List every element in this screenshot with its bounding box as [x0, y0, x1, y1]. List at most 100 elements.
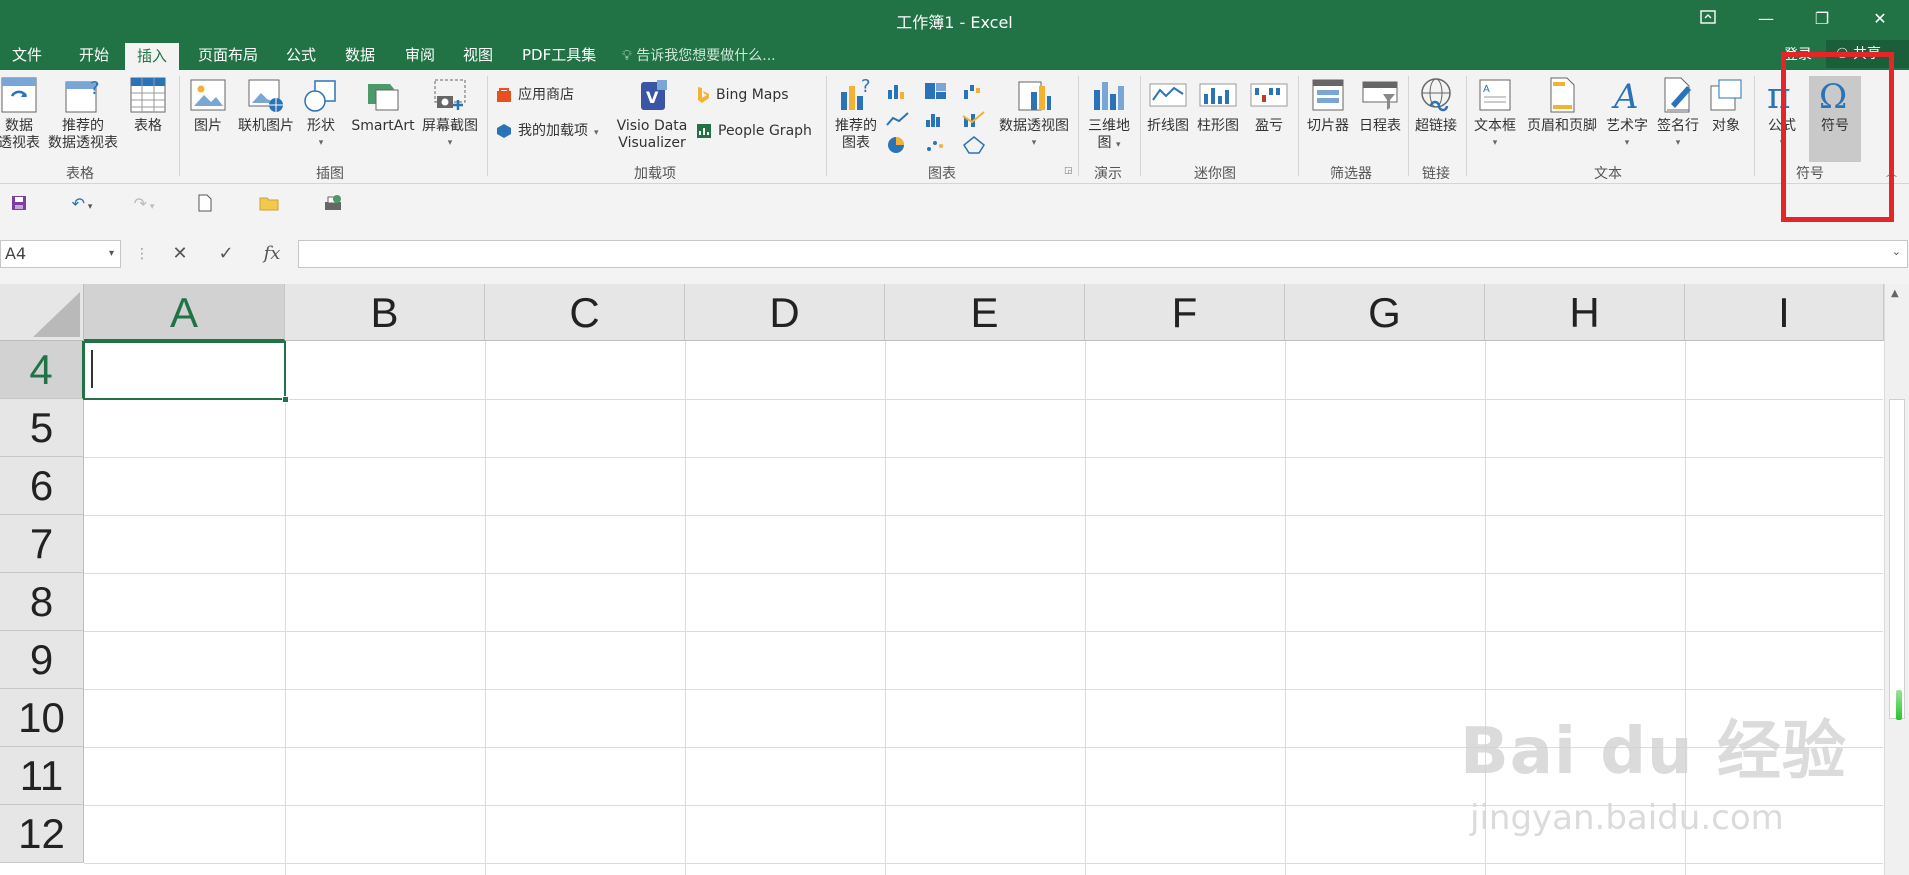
- row-header-5[interactable]: 5: [0, 399, 84, 457]
- pivot-table-icon: [1, 77, 37, 113]
- store-label: 应用商店: [518, 87, 574, 103]
- row-header-11[interactable]: 11: [0, 747, 84, 805]
- group-label-sparklines: 迷你图: [1194, 166, 1236, 182]
- folder-icon: [259, 197, 279, 211]
- scroll-up-icon[interactable]: ▲: [1891, 288, 1899, 299]
- redo-button[interactable]: ↷ ▾: [126, 194, 162, 218]
- pivot-table-button[interactable]: 数据 透视表: [0, 76, 44, 152]
- tab-view[interactable]: 视图: [461, 42, 495, 70]
- undo-button[interactable]: ↶ ▾: [64, 194, 100, 218]
- my-addins-button[interactable]: 我的加载项 ▾: [496, 120, 599, 142]
- object-button[interactable]: 对象: [1706, 76, 1746, 135]
- cancel-entry-button[interactable]: ✕: [166, 240, 194, 268]
- timeline-button[interactable]: 日程表: [1356, 76, 1404, 135]
- header-footer-button[interactable]: 页眉和页脚: [1522, 76, 1602, 135]
- formula-input[interactable]: ⌄: [298, 240, 1908, 268]
- column-header-i[interactable]: I: [1685, 284, 1884, 341]
- statistic-chart-icon[interactable]: [924, 110, 948, 128]
- sparkline-line-button[interactable]: 折线图: [1144, 76, 1192, 135]
- column-header-e[interactable]: E: [885, 284, 1085, 341]
- tab-data[interactable]: 数据: [343, 42, 377, 70]
- slicer-button[interactable]: 切片器: [1304, 76, 1352, 135]
- tab-formulas[interactable]: 公式: [284, 42, 318, 70]
- select-all-button[interactable]: [0, 284, 84, 341]
- textbox-button[interactable]: A 文本框 ▾: [1470, 76, 1520, 152]
- row-header-6[interactable]: 6: [0, 457, 84, 515]
- more-options-icon[interactable]: ⋮: [128, 240, 156, 268]
- bing-icon: [698, 87, 709, 103]
- open-file-button[interactable]: [256, 194, 282, 218]
- tab-page-layout[interactable]: 页面布局: [196, 42, 260, 70]
- fill-handle[interactable]: [282, 396, 289, 403]
- bing-maps-button[interactable]: Bing Maps: [696, 84, 789, 106]
- new-file-button[interactable]: [192, 194, 218, 218]
- line-chart-icon[interactable]: [886, 110, 910, 128]
- tab-pdf-tools[interactable]: PDF工具集: [520, 42, 598, 70]
- row-header-12[interactable]: 12: [0, 805, 84, 863]
- tab-insert[interactable]: 插入: [125, 43, 180, 71]
- store-button[interactable]: 应用商店: [496, 84, 574, 106]
- confirm-entry-button[interactable]: ✓: [212, 240, 240, 268]
- tell-me-search[interactable]: 💡︎ 告诉我您想要做什么...: [622, 42, 776, 70]
- recommended-charts-button[interactable]: ? 推荐的 图表: [830, 76, 882, 152]
- pivot-chart-button[interactable]: 数据透视图 ▾: [996, 76, 1072, 152]
- column-header-h[interactable]: H: [1485, 284, 1685, 341]
- row-header-8[interactable]: 8: [0, 573, 84, 631]
- row-header-7[interactable]: 7: [0, 515, 84, 573]
- dropdown-arrow-icon: ▾: [447, 138, 453, 148]
- sparkline-column-button[interactable]: 柱形图: [1194, 76, 1242, 135]
- column-header-d[interactable]: D: [685, 284, 885, 341]
- combo-chart-icon[interactable]: [962, 110, 986, 128]
- dropdown-arrow-icon[interactable]: ▾: [109, 241, 114, 267]
- scrollbar-thumb[interactable]: [1889, 399, 1905, 719]
- tell-me-text: 告诉我您想要做什么...: [636, 48, 776, 64]
- text-cursor: [91, 350, 93, 388]
- hyperlink-button[interactable]: 超链接: [1412, 76, 1460, 135]
- radar-chart-icon[interactable]: [962, 136, 986, 154]
- close-button[interactable]: ✕: [1860, 6, 1900, 32]
- group-separator: [826, 76, 827, 176]
- pictures-button[interactable]: 图片: [188, 76, 228, 135]
- save-button[interactable]: [6, 194, 32, 218]
- print-preview-button[interactable]: [320, 194, 346, 218]
- smartart-button[interactable]: SmartArt: [346, 76, 420, 135]
- minimize-button[interactable]: —: [1746, 6, 1786, 32]
- column-header-f[interactable]: F: [1085, 284, 1285, 341]
- shapes-icon: [304, 80, 336, 112]
- tab-file[interactable]: 文件: [10, 42, 44, 70]
- row-header-10[interactable]: 10: [0, 689, 84, 747]
- pie-chart-icon[interactable]: [886, 136, 910, 154]
- dropdown-arrow-icon: ▾: [1624, 138, 1630, 148]
- people-graph-button[interactable]: People Graph: [696, 120, 812, 142]
- maximize-button[interactable]: ❐: [1802, 6, 1842, 32]
- signature-line-button[interactable]: 签名行 ▾: [1654, 76, 1702, 152]
- tab-review[interactable]: 审阅: [403, 42, 437, 70]
- insert-function-button[interactable]: fx: [258, 240, 286, 268]
- shapes-button[interactable]: 形状 ▾: [302, 76, 340, 152]
- column-header-c[interactable]: C: [485, 284, 685, 341]
- visio-data-visualizer-button[interactable]: V Visio Data Visualizer: [612, 76, 692, 152]
- online-pictures-button[interactable]: 联机图片: [232, 76, 300, 135]
- scatter-chart-icon[interactable]: [924, 136, 948, 154]
- column-header-b[interactable]: B: [285, 284, 485, 341]
- 3d-map-button[interactable]: 三维地 图 ▾: [1084, 76, 1134, 154]
- wordart-button[interactable]: A 艺术字 ▾: [1604, 76, 1650, 152]
- ribbon-display-options-button[interactable]: [1688, 6, 1728, 32]
- expand-formula-bar-icon[interactable]: ⌄: [1892, 245, 1901, 258]
- table-button[interactable]: 表格: [126, 76, 170, 135]
- tab-home[interactable]: 开始: [77, 42, 111, 70]
- screenshot-button[interactable]: 屏幕截图 ▾: [418, 76, 482, 152]
- row-header-4[interactable]: 4: [0, 341, 84, 399]
- hierarchy-chart-icon[interactable]: [924, 82, 948, 100]
- waterfall-chart-icon[interactable]: [962, 82, 986, 100]
- active-cell[interactable]: [83, 341, 289, 403]
- recommended-pivot-button[interactable]: ? 推荐的 数据透视表: [44, 76, 122, 152]
- dialog-launcher-icon[interactable]: ◲: [1064, 160, 1073, 182]
- name-box[interactable]: A4 ▾: [0, 240, 121, 268]
- row-header-9[interactable]: 9: [0, 631, 84, 689]
- column-header-g[interactable]: G: [1285, 284, 1485, 341]
- column-header-a[interactable]: A: [84, 284, 285, 341]
- column-chart-icon[interactable]: [886, 82, 910, 100]
- pivot-chart-label: 数据透视图: [999, 118, 1069, 134]
- sparkline-winloss-button[interactable]: 盈亏: [1248, 76, 1290, 135]
